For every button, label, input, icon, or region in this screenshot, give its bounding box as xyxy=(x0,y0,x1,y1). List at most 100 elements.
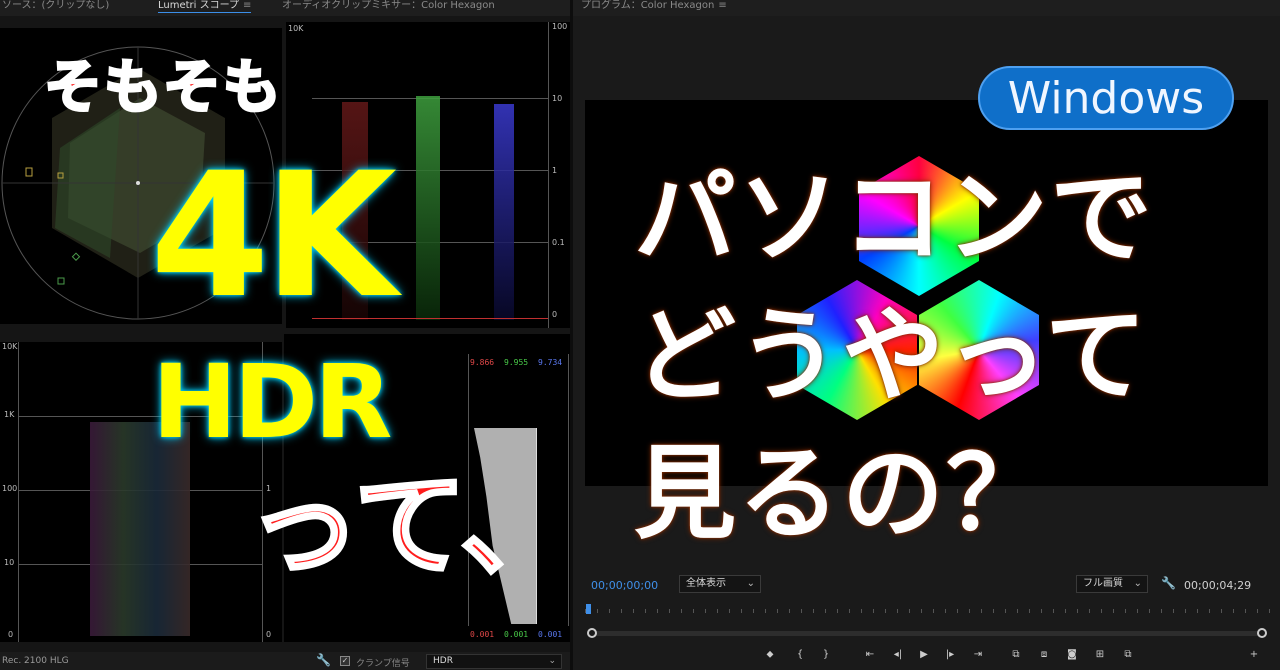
parade-axis-label: 1 xyxy=(552,166,558,175)
parade-axis-label: 100 xyxy=(552,22,568,31)
ruler-tick xyxy=(933,609,934,613)
tab-program[interactable]: プログラム：Color Hexagon ≡ xyxy=(581,0,727,12)
ruler-tick xyxy=(717,609,718,613)
zoom-scrollbar[interactable] xyxy=(587,628,1267,638)
playhead-timecode[interactable]: 00;00;00;00 xyxy=(591,579,658,592)
ruler-tick xyxy=(921,609,922,613)
waveform-axis-label: 100 xyxy=(2,484,18,493)
scrollbar-right-handle[interactable] xyxy=(1257,628,1267,638)
ruler-tick xyxy=(693,609,694,613)
clamp-signal-label: クランプ信号 xyxy=(356,659,410,669)
ruler-tick xyxy=(945,609,946,613)
ruler-tick xyxy=(957,609,958,613)
ruler-tick xyxy=(909,609,910,613)
mark-in-icon[interactable]: { xyxy=(792,649,808,660)
right-tabbar: プログラム：Color Hexagon ≡ xyxy=(573,0,1280,16)
scrollbar-track[interactable] xyxy=(591,631,1263,636)
ruler-tick xyxy=(1089,609,1090,613)
ruler-tick xyxy=(1173,609,1174,613)
parade-axis-label: 0.1 xyxy=(552,238,565,247)
title-tte: って、 xyxy=(246,461,575,591)
histogram-min-green: 0.001 xyxy=(504,630,529,639)
windows-badge: Windows xyxy=(978,66,1234,130)
playback-quality-select[interactable]: フル画質 ⌄ xyxy=(1076,575,1148,593)
tab-lumetri-scopes[interactable]: Lumetri スコープ ≡ xyxy=(158,0,252,13)
program-settings-wrench-icon[interactable]: 🔧 xyxy=(1161,576,1176,590)
button-editor-plus-icon[interactable]: + xyxy=(1246,649,1262,660)
waveform-axis-label: 10 xyxy=(4,558,15,567)
histogram-min-red: 0.001 xyxy=(470,630,495,639)
parade-blue-trace xyxy=(494,104,514,320)
ruler-tick xyxy=(873,609,874,613)
ruler-tick xyxy=(813,609,814,613)
zoom-level-select[interactable]: 全体表示 ⌄ xyxy=(679,575,761,593)
title-line-pasokon: パソコンで xyxy=(634,159,1154,278)
export-frame-icon[interactable]: ◙ xyxy=(1064,649,1080,660)
program-menu-icon[interactable]: ≡ xyxy=(718,0,726,11)
ruler-tick xyxy=(789,609,790,613)
histogram-max-red: 9.866 xyxy=(470,358,495,367)
ruler-tick xyxy=(1149,609,1150,613)
histogram-min-blue: 0.001 xyxy=(538,630,563,639)
playhead-marker[interactable] xyxy=(586,604,591,614)
comparison-view-icon[interactable]: ⊞ xyxy=(1092,649,1108,660)
zoom-level-value: 全体表示 xyxy=(686,578,726,589)
panel-menu-icon[interactable]: ≡ xyxy=(243,0,251,11)
insert-icon[interactable]: ⧉ xyxy=(1008,649,1024,660)
ruler-tick xyxy=(1233,609,1234,613)
ruler-tick xyxy=(1101,609,1102,613)
mark-out-icon[interactable]: } xyxy=(818,649,834,660)
chevron-down-icon: ⌄ xyxy=(746,578,755,589)
ruler-tick xyxy=(969,609,970,613)
waveform-axis-label: 1K xyxy=(4,410,15,419)
ruler-tick xyxy=(993,609,994,613)
ruler-tick xyxy=(1125,609,1126,613)
add-marker-icon[interactable]: ⬥ xyxy=(762,649,778,660)
ruler-tick xyxy=(705,609,706,613)
title-4k: 4K xyxy=(150,135,397,336)
go-to-in-icon[interactable]: ⇤ xyxy=(862,649,878,660)
ruler-tick xyxy=(645,609,646,613)
title-line-mirunono: 見るの？ xyxy=(634,435,1050,554)
tab-audio-clip-mixer[interactable]: オーディオクリップミキサー：Color Hexagon xyxy=(282,0,495,12)
step-forward-icon[interactable]: |▸ xyxy=(942,649,958,660)
ruler-tick xyxy=(837,609,838,613)
tab-source[interactable]: ソース：(クリップなし) xyxy=(2,0,109,12)
ruler-tick xyxy=(801,609,802,613)
ruler-tick xyxy=(1077,609,1078,613)
tab-program-label: プログラム：Color Hexagon xyxy=(581,0,715,11)
ruler-tick xyxy=(753,609,754,613)
vr-view-icon[interactable]: ⧉ xyxy=(1120,649,1136,660)
program-video-frame[interactable] xyxy=(585,100,1268,486)
ruler-tick xyxy=(741,609,742,613)
ruler-tick xyxy=(1269,609,1270,613)
scope-settings-wrench-icon[interactable]: 🔧 xyxy=(316,653,331,667)
hdr-mode-value: HDR xyxy=(433,656,453,666)
parade-left-axis-label: 10K xyxy=(288,24,304,33)
histogram-max-blue: 9.734 xyxy=(538,358,563,367)
scrollbar-left-handle[interactable] xyxy=(587,628,597,638)
clamp-signal-checkbox[interactable]: ✓ xyxy=(340,656,350,666)
ruler-tick xyxy=(669,609,670,613)
ruler-tick xyxy=(849,609,850,613)
hdr-mode-select[interactable]: HDR ⌄ xyxy=(426,654,562,669)
ruler-tick xyxy=(597,609,598,613)
play-icon[interactable]: ▶ xyxy=(916,649,932,660)
step-back-icon[interactable]: ◂| xyxy=(890,649,906,660)
overwrite-icon[interactable]: ⧈ xyxy=(1036,649,1052,660)
chevron-down-icon: ⌄ xyxy=(1133,578,1142,589)
parade-axis-label: 10 xyxy=(552,94,563,103)
ruler-tick xyxy=(981,609,982,613)
histogram-max-green: 9.955 xyxy=(504,358,529,367)
go-to-out-icon[interactable]: ⇥ xyxy=(970,649,986,660)
time-ruler[interactable] xyxy=(585,606,1271,616)
ruler-tick xyxy=(1245,609,1246,613)
duration-timecode: 00;00;04;29 xyxy=(1184,579,1252,592)
tab-lumetri-label: Lumetri スコープ xyxy=(158,0,240,11)
transport-controls: ⬥ { } ⇤ ◂| ▶ |▸ ⇥ ⧉ ⧈ ◙ ⊞ ⧉ + xyxy=(758,649,1278,665)
ruler-tick xyxy=(1113,609,1114,613)
ruler-tick xyxy=(1197,609,1198,613)
waveform-right-axis-label: 0 xyxy=(266,630,272,639)
ruler-tick xyxy=(621,609,622,613)
ruler-tick xyxy=(825,609,826,613)
